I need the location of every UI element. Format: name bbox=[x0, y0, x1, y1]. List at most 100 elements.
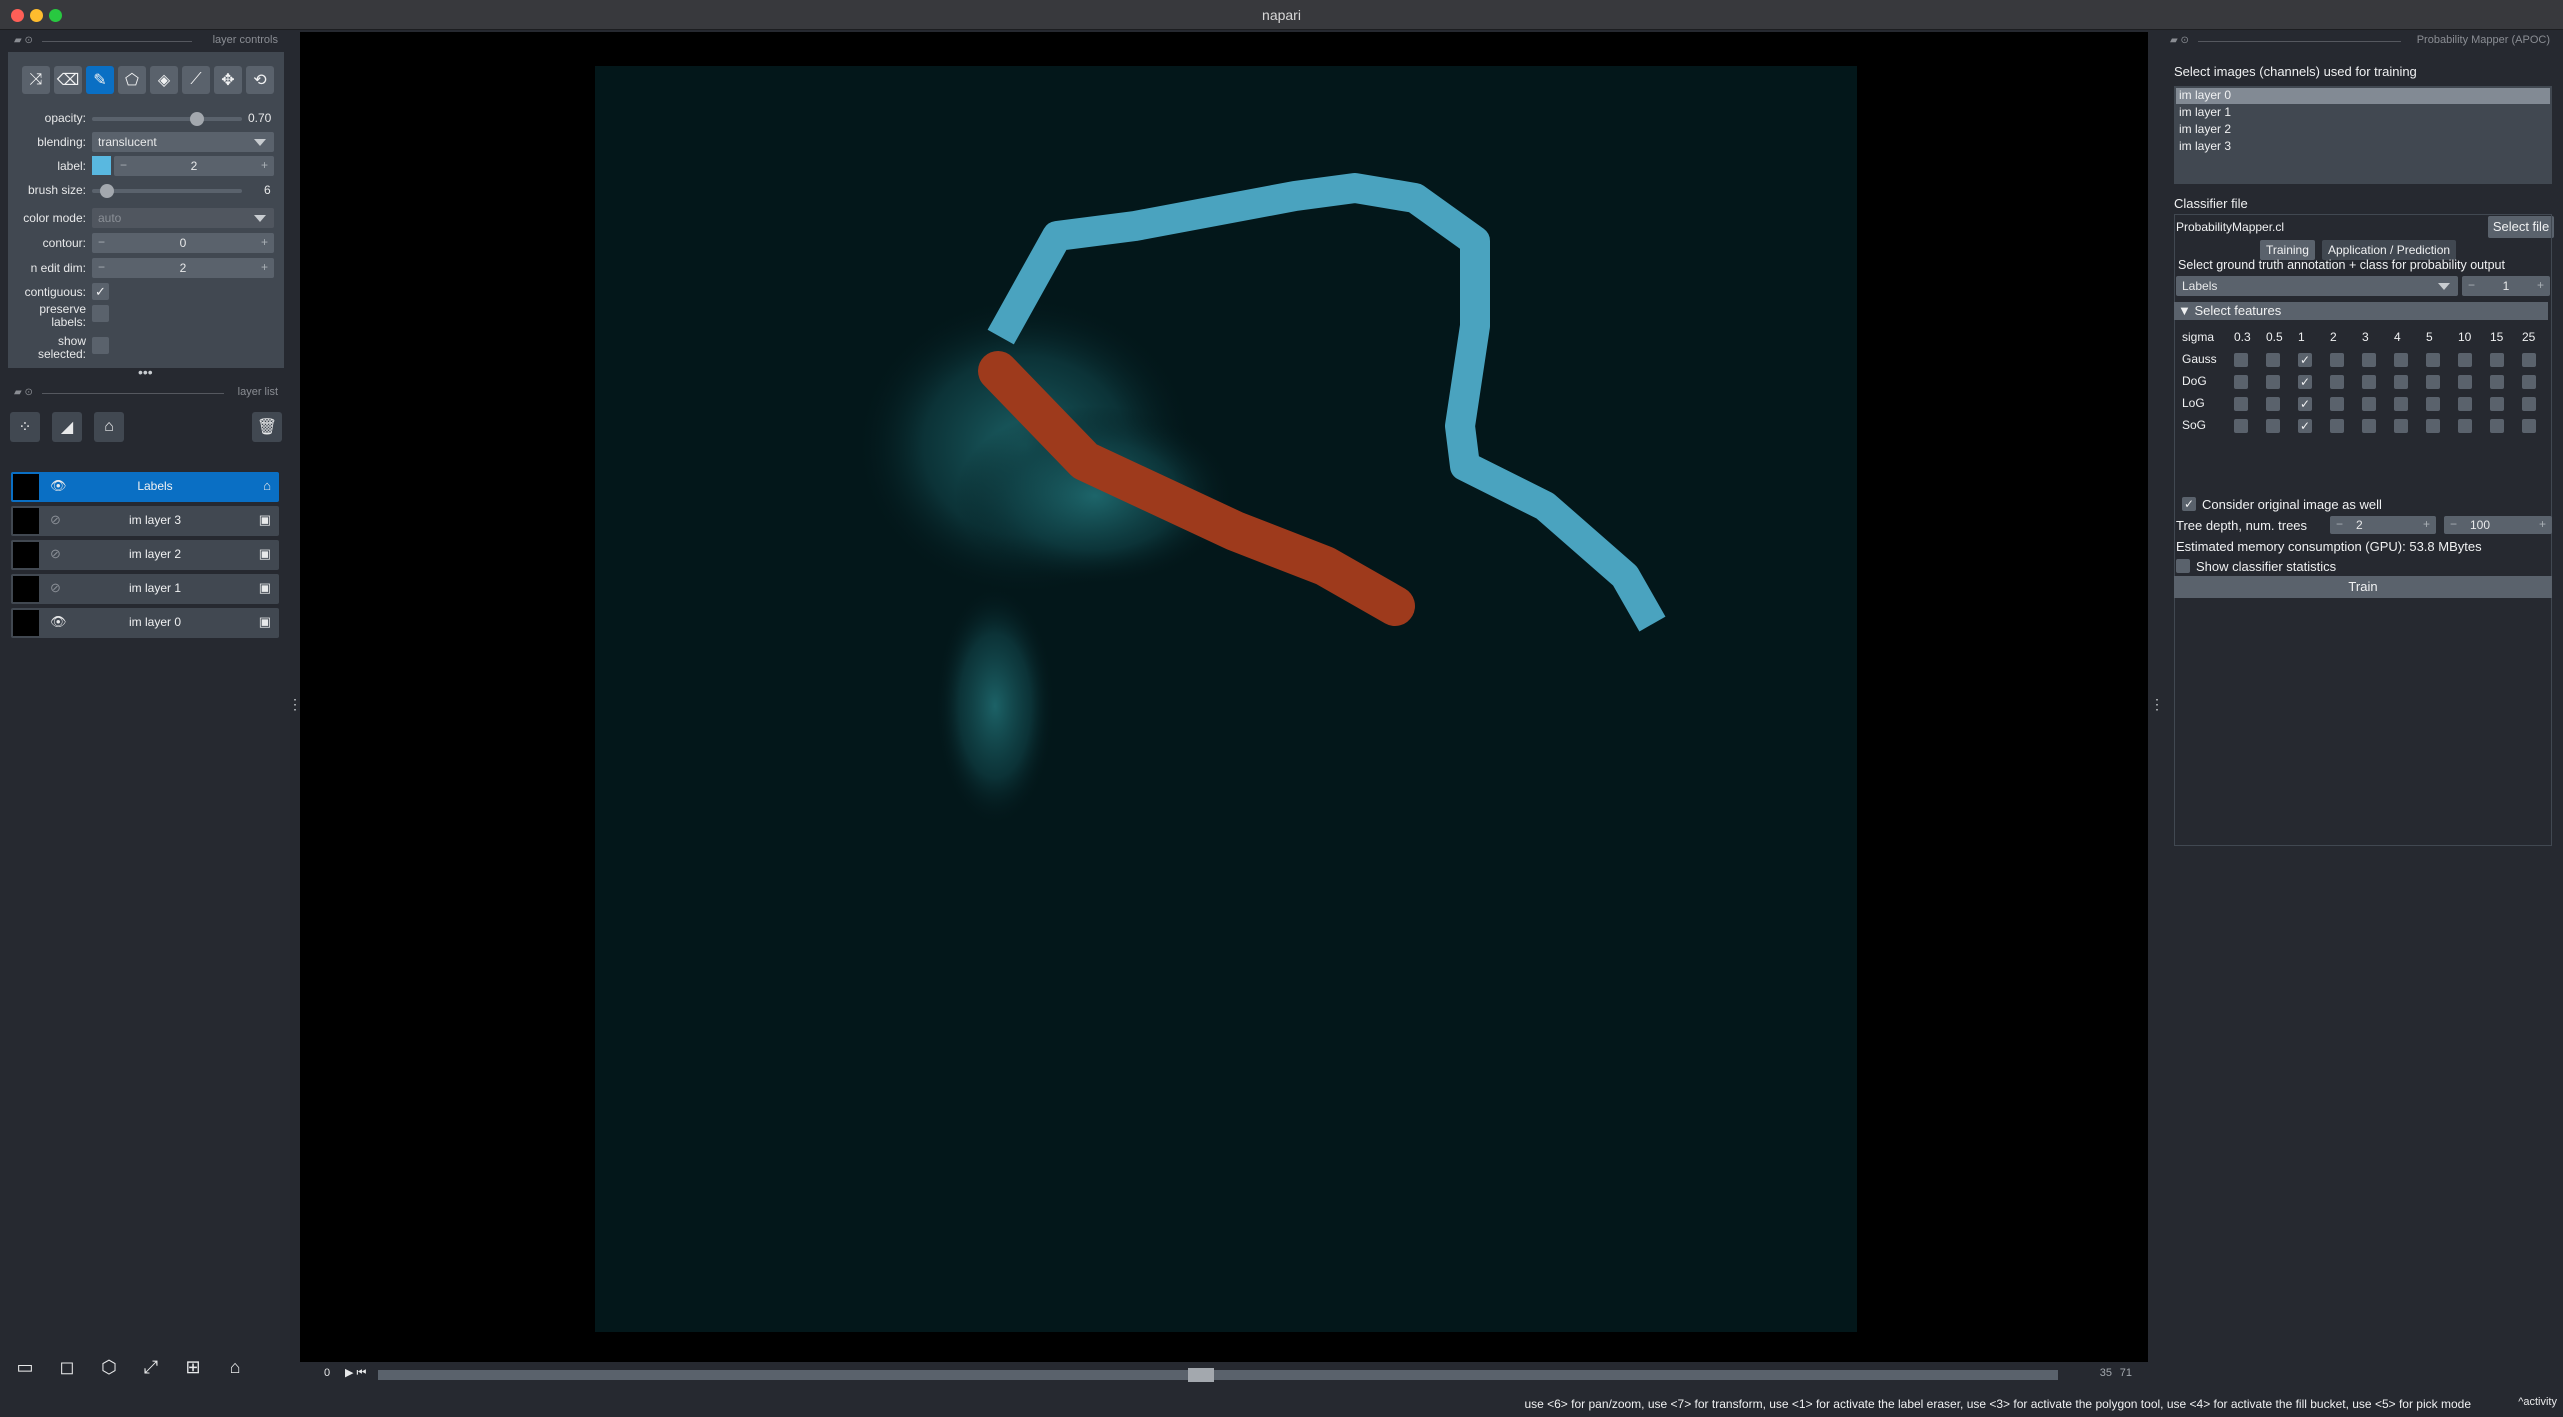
ndisplay-button[interactable]: ◻ bbox=[52, 1352, 82, 1382]
roll-dims-button[interactable]: ⬡ bbox=[94, 1352, 124, 1382]
grid-view-button[interactable]: ⊞ bbox=[178, 1352, 208, 1382]
feature-checkbox[interactable] bbox=[2330, 397, 2344, 411]
transform-tool-button[interactable]: ⟲ bbox=[246, 66, 274, 94]
layer-row[interactable]: 👁 im layer 0 ▣ bbox=[11, 608, 279, 638]
layer-row[interactable]: ⊘ im layer 2 ▣ bbox=[11, 540, 279, 570]
dock-float-icon[interactable]: ▰ ⊙ bbox=[14, 35, 33, 46]
feature-checkbox[interactable] bbox=[2426, 375, 2440, 389]
layer-row[interactable]: ⊘ im layer 1 ▣ bbox=[11, 574, 279, 604]
increment-icon[interactable]: + bbox=[2423, 517, 2430, 531]
dims-slider-handle[interactable] bbox=[1188, 1368, 1215, 1382]
feature-checkbox[interactable] bbox=[2234, 419, 2248, 433]
activity-button[interactable]: ^activity bbox=[2518, 1396, 2557, 1408]
feature-checkbox[interactable] bbox=[2362, 375, 2376, 389]
dims-slider-track[interactable] bbox=[378, 1370, 2058, 1380]
eye-off-icon[interactable]: ⊘ bbox=[50, 512, 61, 528]
brush-size-slider-handle[interactable] bbox=[100, 184, 114, 198]
feature-checkbox[interactable] bbox=[2458, 375, 2472, 389]
dock-float-icon[interactable]: ▰ ⊙ bbox=[14, 387, 33, 398]
feature-checkbox[interactable] bbox=[2266, 397, 2280, 411]
feature-checkbox[interactable] bbox=[2426, 397, 2440, 411]
eye-off-icon[interactable]: ⊘ bbox=[50, 580, 61, 596]
eye-icon[interactable]: 👁 bbox=[50, 614, 67, 630]
tree-depth-spinbox[interactable]: − 2 + bbox=[2330, 516, 2436, 534]
feature-checkbox[interactable] bbox=[2490, 353, 2504, 367]
increment-icon[interactable]: + bbox=[261, 260, 268, 274]
feature-checkbox[interactable] bbox=[2522, 375, 2536, 389]
home-button[interactable]: ⌂ bbox=[220, 1352, 250, 1382]
dock-splitter-handle[interactable]: ••• bbox=[138, 364, 153, 380]
new-labels-layer-button[interactable]: ⌂ bbox=[94, 412, 124, 442]
feature-checkbox[interactable]: ✓ bbox=[2298, 419, 2312, 433]
image-list-item[interactable]: im layer 2 bbox=[2176, 122, 2550, 138]
feature-checkbox[interactable] bbox=[2394, 419, 2408, 433]
feature-checkbox[interactable] bbox=[2234, 375, 2248, 389]
show-selected-checkbox[interactable] bbox=[92, 337, 109, 354]
feature-checkbox[interactable]: ✓ bbox=[2298, 397, 2312, 411]
image-list-item[interactable]: im layer 0 bbox=[2176, 88, 2550, 104]
blending-select[interactable]: translucent bbox=[92, 132, 274, 152]
pan-zoom-tool-button[interactable]: ✥ bbox=[214, 66, 242, 94]
feature-checkbox[interactable] bbox=[2362, 353, 2376, 367]
increment-icon[interactable]: + bbox=[261, 235, 268, 249]
feature-checkbox[interactable] bbox=[2234, 353, 2248, 367]
feature-checkbox[interactable]: ✓ bbox=[2298, 353, 2312, 367]
feature-checkbox[interactable] bbox=[2330, 375, 2344, 389]
viewer-canvas[interactable] bbox=[300, 32, 2148, 1362]
feature-checkbox[interactable] bbox=[2426, 353, 2440, 367]
dock-float-icon[interactable]: ▰ ⊙ bbox=[2170, 35, 2189, 46]
opacity-slider[interactable] bbox=[92, 117, 242, 121]
ground-truth-select[interactable]: Labels bbox=[2176, 276, 2458, 296]
feature-checkbox[interactable]: ✓ bbox=[2298, 375, 2312, 389]
feature-checkbox[interactable] bbox=[2490, 419, 2504, 433]
feature-checkbox[interactable] bbox=[2426, 419, 2440, 433]
feature-checkbox[interactable] bbox=[2458, 353, 2472, 367]
feature-checkbox[interactable] bbox=[2490, 397, 2504, 411]
shuffle-tool-button[interactable]: ⤨ bbox=[22, 66, 50, 94]
feature-checkbox[interactable] bbox=[2234, 397, 2248, 411]
tab-training[interactable]: Training bbox=[2260, 240, 2315, 260]
feature-checkbox[interactable] bbox=[2330, 419, 2344, 433]
paint-brush-tool-button[interactable]: ✎ bbox=[86, 66, 114, 94]
eraser-tool-button[interactable]: ⌫ bbox=[54, 66, 82, 94]
color-picker-tool-button[interactable]: ⟋ bbox=[182, 66, 210, 94]
feature-checkbox[interactable] bbox=[2394, 353, 2408, 367]
brush-size-slider[interactable] bbox=[92, 189, 242, 193]
console-button[interactable]: ▭ bbox=[10, 1352, 40, 1382]
feature-checkbox[interactable] bbox=[2394, 397, 2408, 411]
layer-row[interactable]: 👁 Labels ⌂ bbox=[11, 472, 279, 502]
color-mode-select[interactable]: auto bbox=[92, 208, 274, 228]
image-channel-list[interactable]: im layer 0 im layer 1 im layer 2 im layer 3 bbox=[2174, 86, 2552, 184]
eye-icon[interactable]: 👁 bbox=[50, 478, 67, 494]
new-points-layer-button[interactable]: ⁘ bbox=[10, 412, 40, 442]
increment-icon[interactable]: + bbox=[2537, 278, 2544, 292]
fill-bucket-tool-button[interactable]: ◈ bbox=[150, 66, 178, 94]
feature-checkbox[interactable] bbox=[2522, 353, 2536, 367]
label-color-swatch[interactable] bbox=[92, 156, 111, 175]
layer-row[interactable]: ⊘ im layer 3 ▣ bbox=[11, 506, 279, 536]
feature-checkbox[interactable] bbox=[2458, 419, 2472, 433]
feature-checkbox[interactable] bbox=[2522, 397, 2536, 411]
tab-application-prediction[interactable]: Application / Prediction bbox=[2322, 240, 2457, 260]
feature-checkbox[interactable] bbox=[2362, 397, 2376, 411]
contour-spinbox[interactable]: − 0 + bbox=[92, 233, 274, 253]
increment-icon[interactable]: + bbox=[261, 158, 268, 172]
play-icon[interactable]: ▶ ⏮ bbox=[345, 1366, 366, 1380]
eye-off-icon[interactable]: ⊘ bbox=[50, 546, 61, 562]
feature-checkbox[interactable] bbox=[2330, 353, 2344, 367]
preserve-labels-checkbox[interactable] bbox=[92, 305, 109, 322]
n-edit-dim-spinbox[interactable]: − 2 + bbox=[92, 258, 274, 278]
image-list-item[interactable]: im layer 1 bbox=[2176, 105, 2550, 121]
new-shapes-layer-button[interactable]: ◢ bbox=[52, 412, 82, 442]
feature-checkbox[interactable] bbox=[2266, 375, 2280, 389]
classifier-statistics-checkbox[interactable] bbox=[2176, 559, 2190, 573]
increment-icon[interactable]: + bbox=[2539, 517, 2546, 531]
class-spinbox[interactable]: − 1 + bbox=[2462, 276, 2550, 296]
right-splitter-handle[interactable]: ⋮ bbox=[2150, 696, 2164, 713]
select-features-header[interactable]: ▼ Select features bbox=[2174, 302, 2548, 320]
polygon-tool-button[interactable]: ⬠ bbox=[118, 66, 146, 94]
transpose-button[interactable]: ⤢ bbox=[136, 1352, 166, 1382]
feature-checkbox[interactable] bbox=[2266, 419, 2280, 433]
feature-checkbox[interactable] bbox=[2522, 419, 2536, 433]
feature-checkbox[interactable] bbox=[2362, 419, 2376, 433]
